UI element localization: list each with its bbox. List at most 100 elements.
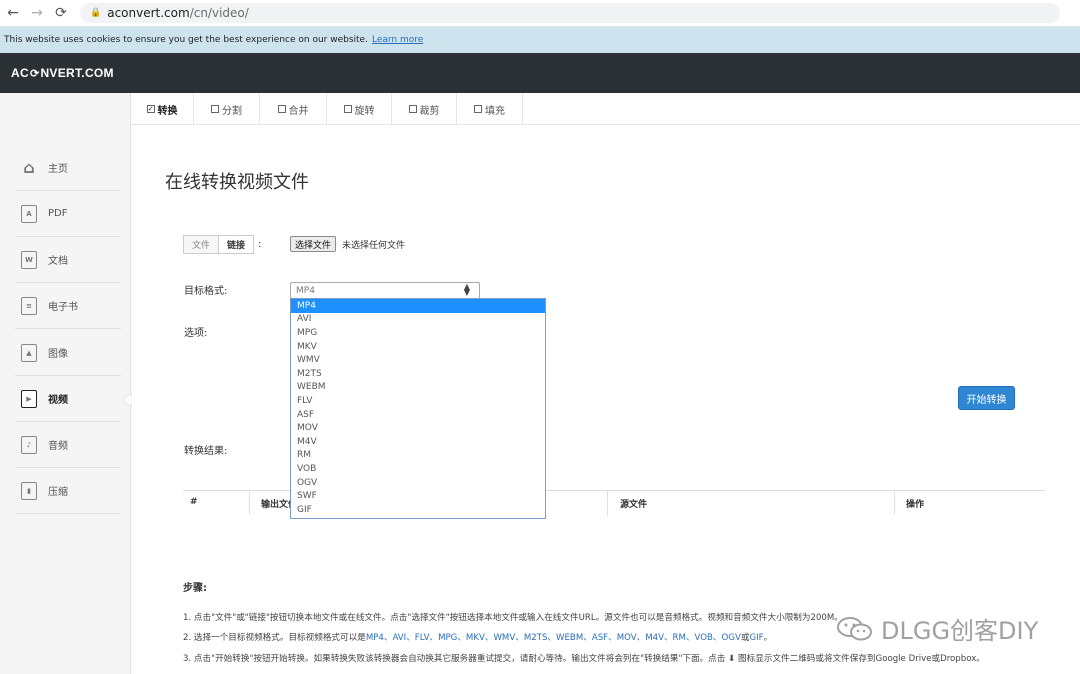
tab-convert[interactable]: ✓ 转换	[131, 93, 194, 125]
sidebar-item-ebook[interactable]: ≡ 电子书	[15, 283, 121, 329]
site-header: AC⟳NVERT.COM	[0, 53, 1080, 93]
format-option-ogv[interactable]: OGV	[291, 476, 545, 490]
cookie-banner: This website uses cookies to ensure you …	[0, 27, 1080, 53]
source-file-button[interactable]: 文件	[184, 236, 220, 253]
sidebar-item-label: 文档	[48, 256, 68, 267]
archive-icon: ▮	[21, 481, 37, 500]
tab-label: 转换	[157, 105, 178, 117]
sidebar-item-label: 电子书	[48, 302, 78, 313]
lock-icon: 🔒	[90, 8, 102, 18]
sidebar-item-label: 音频	[48, 441, 68, 452]
document-icon: W	[21, 250, 37, 269]
image-icon: ▲	[21, 343, 37, 362]
sidebar-item-document[interactable]: W 文档	[15, 237, 121, 283]
source-link-button[interactable]: 链接	[219, 236, 254, 253]
logo-refresh-icon: ⟳	[29, 68, 40, 80]
sidebar-item-audio[interactable]: ♪ 音频	[15, 422, 121, 468]
format-option-asf[interactable]: ASF	[291, 408, 545, 422]
format-option-mp4[interactable]: MP4	[291, 299, 545, 313]
format-dropdown-list: MP4 AVI MPG MKV WMV M2TS WEBM FLV ASF MO…	[290, 298, 546, 519]
select-arrows-icon: ▲ ▼	[463, 282, 470, 297]
tab-merge[interactable]: 合并	[260, 93, 327, 125]
wechat-icon	[837, 616, 872, 640]
sidebar-item-image[interactable]: ▲ 图像	[15, 330, 121, 376]
checkbox-icon	[343, 105, 352, 113]
format-option-vob[interactable]: VOB	[291, 462, 545, 476]
checkbox-icon	[408, 105, 417, 113]
site-logo[interactable]: AC⟳NVERT.COM	[11, 66, 114, 80]
steps-title: 步骤:	[183, 583, 207, 594]
format-option-rm[interactable]: RM	[291, 449, 545, 463]
tab-label: 旋转	[354, 105, 375, 117]
sidebar-item-home[interactable]: ⌂ 主页	[15, 145, 121, 191]
column-header-action: 操作	[906, 500, 925, 510]
forward-icon[interactable]: →	[26, 2, 48, 24]
format-option-m4v[interactable]: M4V	[291, 435, 545, 449]
logo-left: AC	[11, 66, 29, 80]
format-option-avi[interactable]: AVI	[291, 313, 545, 327]
sidebar-item-pdf[interactable]: A PDF	[15, 191, 121, 237]
ebook-icon: ≡	[21, 296, 37, 315]
step-2-gif-link[interactable]: GIF	[749, 633, 763, 643]
reload-icon[interactable]: ⟳	[50, 2, 72, 24]
pdf-icon: A	[21, 204, 37, 223]
tab-pad[interactable]: 填充	[457, 93, 523, 125]
step-2-prefix: 2. 选择一个目标视频格式。目标视频格式可以是	[183, 633, 366, 643]
step-2-end: 。	[763, 633, 773, 643]
cookie-text: This website uses cookies to ensure you …	[4, 35, 368, 45]
tool-tabs: ✓ 转换 分割 合并 旋转 裁剪 填充	[131, 93, 1080, 125]
sidebar: ⌂ 主页 A PDF W 文档 ≡ 电子书 ▲ 图像 ▶ 视频 ♪ 音频 ▮ 压…	[0, 93, 131, 674]
checkbox-icon	[277, 105, 286, 113]
active-indicator-arrow	[122, 393, 132, 407]
sidebar-item-label: 主页	[48, 164, 68, 175]
format-option-m2ts[interactable]: M2TS	[291, 367, 545, 381]
file-status: 未选择任何文件	[342, 241, 406, 251]
source-toggle: 文件 链接	[183, 235, 255, 254]
step-2-text: 2. 选择一个目标视频格式。目标视频格式可以是MP4、AVI、FLV、MPG、M…	[183, 631, 772, 643]
sidebar-item-video[interactable]: ▶ 视频	[15, 376, 121, 422]
format-option-webm[interactable]: WEBM	[291, 381, 545, 395]
column-divider	[249, 491, 250, 515]
tab-split[interactable]: 分割	[194, 93, 260, 125]
home-icon: ⌂	[23, 158, 35, 177]
tab-label: 分割	[222, 105, 242, 117]
format-option-mov[interactable]: MOV	[291, 421, 545, 435]
target-format-select[interactable]: MP4 ▲ ▼	[290, 282, 480, 299]
step-2-format-links[interactable]: MP4、AVI、FLV、MPG、MKV、WMV、M2TS、WEBM、ASF、MO…	[366, 633, 741, 643]
back-icon[interactable]: ←	[2, 2, 24, 24]
tab-rotate[interactable]: 旋转	[327, 93, 392, 125]
column-header-index: #	[190, 497, 198, 507]
address-bar[interactable]: 🔒 aconvert.com/cn/video/	[80, 3, 1060, 23]
tab-crop[interactable]: 裁剪	[392, 93, 457, 125]
column-divider	[894, 491, 895, 515]
sidebar-item-label: 图像	[48, 349, 68, 360]
format-option-swf[interactable]: SWF	[291, 489, 545, 503]
step-3-text: 3. 点击"开始转换"按钮开始转换。如果转换失败该转换器会自动换其它服务器重试提…	[183, 654, 985, 664]
column-divider	[607, 491, 608, 515]
source-switch: 文件 链接 :	[183, 235, 261, 254]
url-path: /cn/video/	[189, 6, 249, 20]
page-title: 在线转换视频文件	[165, 172, 309, 193]
format-option-wmv[interactable]: WMV	[291, 353, 545, 367]
format-option-mkv[interactable]: MKV	[291, 340, 545, 354]
choose-file-button[interactable]: 选择文件	[290, 236, 337, 252]
tab-label: 裁剪	[419, 105, 440, 117]
video-icon: ▶	[21, 389, 37, 408]
tab-label: 合并	[288, 105, 309, 117]
checkbox-icon	[211, 105, 219, 113]
sidebar-item-archive[interactable]: ▮ 压缩	[15, 468, 121, 514]
watermark: DLGG创客DIY	[835, 611, 1038, 646]
format-option-gif[interactable]: GIF	[291, 503, 545, 517]
format-option-mpg[interactable]: MPG	[291, 326, 545, 340]
url-host: aconvert.com	[107, 6, 190, 20]
column-header-source: 源文件	[620, 500, 648, 510]
selected-format: MP4	[296, 285, 315, 296]
sidebar-item-label: 视频	[48, 395, 68, 406]
learn-more-link[interactable]: Learn more	[372, 35, 423, 45]
source-colon: :	[258, 239, 262, 250]
audio-icon: ♪	[21, 435, 37, 454]
format-option-flv[interactable]: FLV	[291, 394, 545, 408]
start-convert-button[interactable]: 开始转换	[958, 386, 1015, 410]
step-1-text: 1. 点击"文件"或"链接"按钮切换本地文件或在线文件。点击"选择文件"按钮选择…	[183, 613, 843, 623]
checkbox-icon	[474, 105, 482, 113]
